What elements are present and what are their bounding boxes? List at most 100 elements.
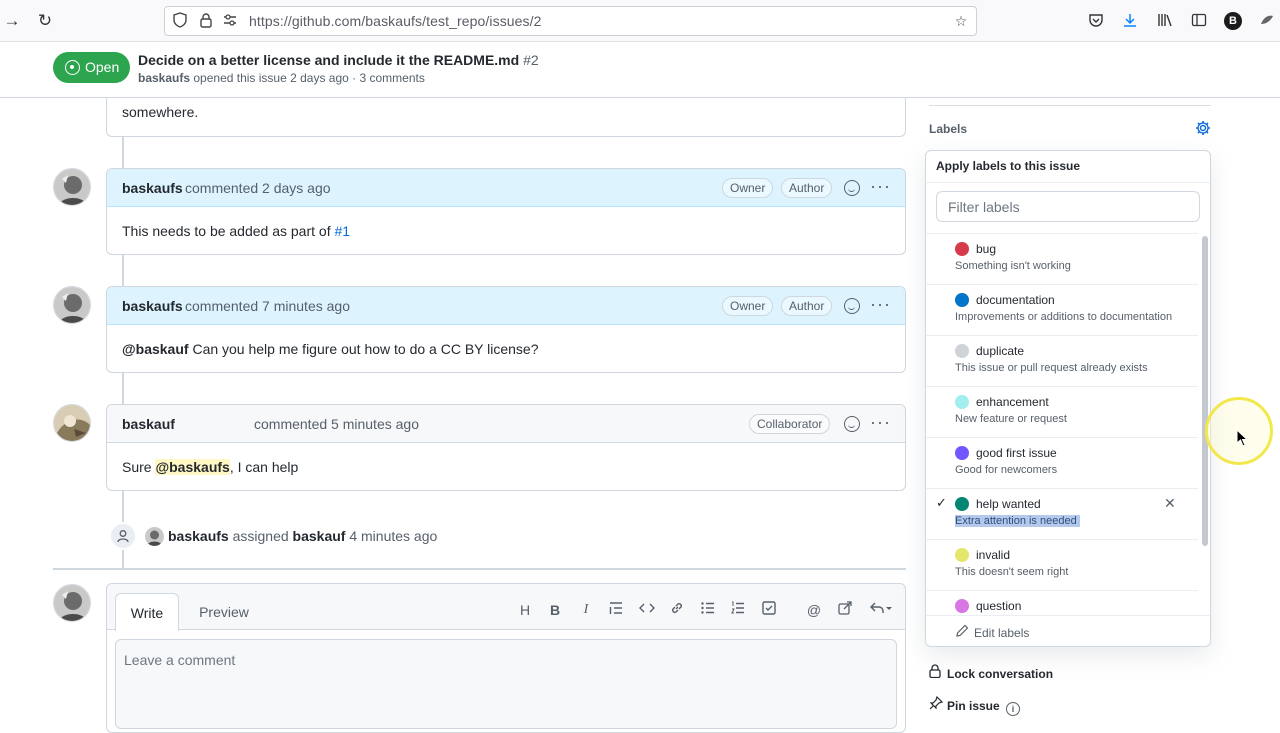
saved-replies-icon[interactable] (867, 601, 895, 619)
library-icon[interactable] (1156, 12, 1174, 30)
label-color-dot (955, 395, 969, 409)
comment-tabs: Write Preview H B I @ (107, 584, 905, 631)
heading-icon[interactable]: H (516, 601, 534, 619)
cross-reference-icon[interactable] (836, 601, 854, 619)
more-options-icon[interactable]: ··· (870, 413, 891, 431)
tab-write[interactable]: Write (115, 593, 179, 631)
label-item-documentation[interactable]: documentation Improvements or additions … (926, 285, 1198, 336)
comment: baskauf commented 5 minutes ago Collabor… (106, 404, 906, 491)
url-text[interactable]: https://github.com/baskaufs/test_repo/is… (249, 13, 542, 29)
edit-labels-link[interactable]: Edit labels (926, 615, 1210, 646)
avatar[interactable] (145, 527, 164, 546)
issue-sticky-header: Open Decide on a better license and incl… (0, 42, 1280, 98)
label-name: invalid (976, 548, 1011, 562)
more-options-icon[interactable]: ··· (870, 177, 891, 195)
label-color-dot (955, 548, 969, 562)
issue-reference-link[interactable]: #1 (334, 223, 350, 239)
add-reaction-icon[interactable] (844, 298, 860, 314)
comment-textarea[interactable] (115, 639, 897, 729)
code-icon[interactable] (638, 601, 656, 619)
filter-labels-input[interactable] (936, 191, 1200, 222)
sidebar-toggle-icon[interactable] (1190, 12, 1208, 30)
user-mention-link[interactable]: @baskaufs (155, 459, 230, 475)
label-name: enhancement (976, 395, 1049, 409)
pocket-icon[interactable] (1087, 12, 1105, 30)
label-color-dot (955, 599, 969, 613)
scrollbar-thumb[interactable] (1202, 236, 1208, 546)
forward-arrow-icon[interactable]: → (2, 11, 22, 31)
gear-icon[interactable] (1195, 120, 1211, 136)
lock-conversation-text[interactable]: Lock conversation (947, 667, 1053, 681)
label-name: documentation (976, 293, 1055, 307)
label-item-good-first-issue[interactable]: good first issue Good for newcomers (926, 438, 1198, 489)
account-avatar-icon[interactable]: B (1224, 12, 1242, 30)
comment-author-link[interactable]: baskaufs (122, 180, 183, 196)
comment-text: This needs to be added as part of (122, 223, 335, 239)
label-item-question[interactable]: question (926, 591, 1198, 613)
avatar[interactable] (53, 404, 91, 442)
avatar[interactable] (53, 286, 91, 324)
comment-timestamp[interactable]: commented 7 minutes ago (185, 298, 350, 314)
task-list-icon[interactable] (760, 601, 778, 619)
add-reaction-icon[interactable] (844, 416, 860, 432)
label-description: Extra attention is needed (955, 515, 1080, 527)
address-bar[interactable]: https://github.com/baskaufs/test_repo/is… (164, 6, 977, 36)
lock-conversation-link[interactable]: Lock conversation (929, 664, 1053, 681)
remove-label-icon[interactable]: ✕ (1164, 495, 1176, 512)
event-timestamp[interactable]: 4 minutes ago (349, 528, 437, 544)
label-color-dot (955, 344, 969, 358)
label-item-help-wanted[interactable]: ✓ help wanted ✕ Extra attention is neede… (926, 489, 1198, 540)
info-icon[interactable]: i (1006, 702, 1021, 716)
user-mention-link[interactable]: @baskauf (122, 341, 189, 357)
downloads-icon[interactable] (1121, 12, 1139, 30)
person-icon (109, 522, 137, 550)
avatar[interactable] (53, 584, 91, 622)
numbered-list-icon[interactable] (729, 601, 747, 619)
bold-icon[interactable]: B (546, 601, 564, 619)
bulleted-list-icon[interactable] (699, 601, 717, 619)
label-color-dot (955, 242, 969, 256)
shield-icon[interactable] (171, 12, 189, 30)
extension-icon[interactable] (1258, 12, 1276, 30)
add-reaction-icon[interactable] (844, 180, 860, 196)
issue-number: #2 (523, 52, 539, 68)
menu-title: Apply labels to this issue (936, 159, 1081, 173)
link-icon[interactable] (668, 601, 686, 619)
avatar[interactable] (53, 168, 91, 206)
comment-author-link[interactable]: baskaufs (122, 298, 183, 314)
quote-icon[interactable] (607, 601, 625, 619)
issue-title[interactable]: Decide on a better license and include i… (138, 52, 539, 68)
reload-icon[interactable]: ↻ (35, 11, 55, 31)
label-item-enhancement[interactable]: enhancement New feature or request (926, 387, 1198, 438)
bookmark-star-icon[interactable]: ☆ (952, 12, 970, 30)
tab-preview[interactable]: Preview (191, 593, 257, 631)
label-item-bug[interactable]: bug Something isn't working (926, 234, 1198, 285)
assignee-link[interactable]: baskauf (293, 528, 346, 544)
comment-header: baskaufs commented 2 days ago Owner Auth… (107, 169, 905, 207)
label-name: good first issue (976, 446, 1057, 460)
site-permissions-icon[interactable] (221, 12, 239, 30)
comment-timestamp[interactable]: commented 2 days ago (185, 180, 331, 196)
label-name: question (976, 599, 1022, 613)
issue-title-text[interactable]: Decide on a better license and include i… (138, 52, 519, 68)
label-item-invalid[interactable]: invalid This doesn't seem right (926, 540, 1198, 591)
comment: baskaufs commented 2 days ago Owner Auth… (106, 168, 906, 255)
comment-timestamp[interactable]: commented 5 minutes ago (254, 416, 419, 432)
comment-author-link[interactable]: baskauf (122, 416, 175, 432)
mention-icon[interactable]: @ (805, 601, 823, 619)
edit-labels-text[interactable]: Edit labels (974, 626, 1029, 640)
label-item-duplicate[interactable]: duplicate This issue or pull request alr… (926, 336, 1198, 387)
label-select-menu: Apply labels to this issue bug Something… (925, 150, 1211, 647)
italic-icon[interactable]: I (577, 601, 595, 619)
sidebar-divider (929, 105, 1211, 106)
labels-heading[interactable]: Labels (929, 122, 967, 136)
actor-link[interactable]: baskaufs (168, 528, 229, 544)
issue-author-link[interactable]: baskaufs (138, 71, 190, 85)
pin-issue-text[interactable]: Pin issue (947, 699, 1000, 713)
more-options-icon[interactable]: ··· (870, 295, 891, 313)
label-description: Something isn't working (955, 260, 1071, 272)
pin-issue-link[interactable]: Pin issue i (929, 695, 1021, 716)
lock-icon[interactable] (197, 12, 215, 30)
check-icon: ✓ (936, 495, 947, 510)
author-badge: Author (781, 178, 833, 198)
